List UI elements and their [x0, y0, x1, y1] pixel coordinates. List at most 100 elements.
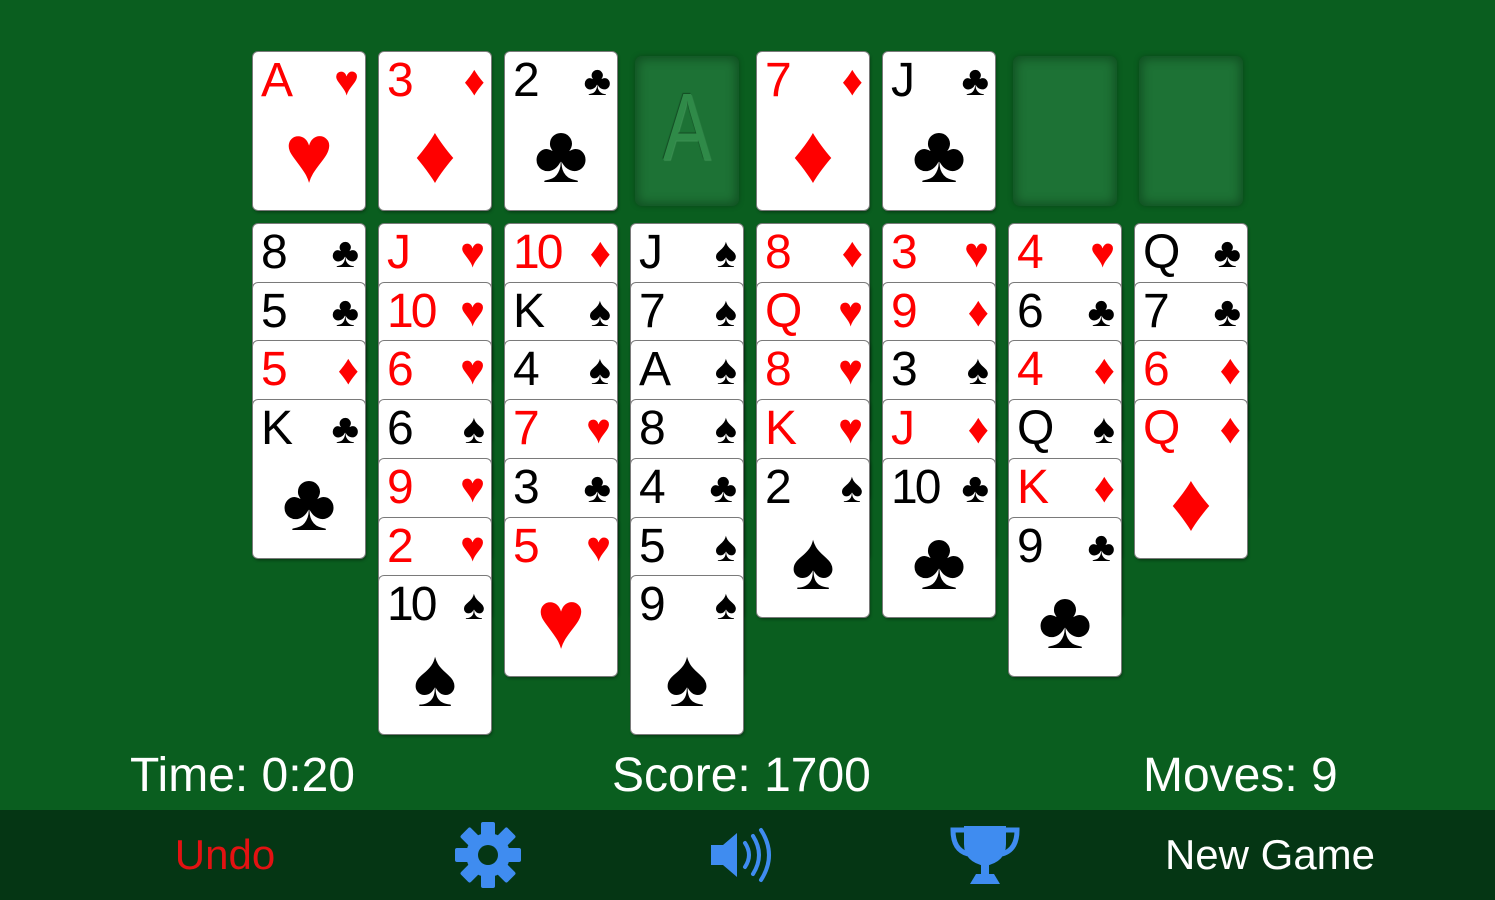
card-rank: A: [639, 343, 671, 396]
tableau-card[interactable]: K ♣ ♣: [253, 400, 365, 558]
diamond-icon: ♦: [1219, 405, 1241, 452]
card-rank: 2: [765, 461, 792, 514]
tableau-card[interactable]: 9 ♣ ♣: [1009, 518, 1121, 676]
card-rank: 3: [891, 226, 918, 279]
diamond-icon: ♦: [967, 405, 989, 452]
spade-icon: ♠: [791, 516, 835, 607]
card-rank: 7: [639, 285, 666, 338]
spade-icon: ♠: [665, 633, 709, 724]
undo-button[interactable]: Undo: [155, 810, 295, 900]
club-icon: ♣: [282, 457, 336, 548]
heart-icon: ♥: [460, 288, 485, 335]
diamond-icon: ♦: [463, 57, 485, 104]
card-rank: 6: [387, 343, 414, 396]
card-rank: 9: [387, 461, 414, 514]
club-icon: ♣: [331, 405, 359, 452]
diamond-icon: ♦: [841, 229, 863, 276]
card-rank: 8: [765, 343, 792, 396]
card-rank: A: [261, 54, 293, 107]
diamond-icon: ♦: [1093, 346, 1115, 393]
spade-icon: ♠: [714, 229, 737, 276]
card-rank: 9: [639, 578, 666, 631]
spade-icon: ♠: [1092, 405, 1115, 452]
diamond-icon: ♦: [1093, 464, 1115, 511]
card-rank: K: [765, 402, 797, 455]
card-rank: 10: [387, 285, 437, 338]
card-rank: Q: [765, 285, 802, 338]
foundation-card[interactable]: 7 ♦ ♦: [757, 52, 869, 210]
club-icon: ♣: [1038, 575, 1092, 666]
free-cell-card[interactable]: 3 ♦ ♦: [379, 52, 491, 210]
new-game-button[interactable]: New Game: [1140, 810, 1400, 900]
card-rank: 6: [1017, 285, 1044, 338]
card-rank: 3: [513, 461, 540, 514]
club-icon: ♣: [912, 109, 966, 200]
free-cell-card[interactable]: A ♥ ♥: [253, 52, 365, 210]
card-rank: 10: [513, 226, 563, 279]
card-rank: 5: [639, 520, 666, 573]
tableau-card[interactable]: 9 ♠ ♠: [631, 576, 743, 734]
card-rank: Q: [1017, 402, 1054, 455]
card-rank: 10: [891, 461, 941, 514]
card-rank: 3: [387, 54, 414, 107]
club-icon: ♣: [331, 288, 359, 335]
card-rank: 10: [387, 578, 437, 631]
card-rank: 5: [261, 343, 288, 396]
diamond-icon: ♦: [792, 109, 834, 200]
spade-icon: ♠: [840, 464, 863, 511]
spade-icon: ♠: [714, 346, 737, 393]
card-rank: 7: [765, 54, 792, 107]
spade-icon: ♠: [588, 288, 611, 335]
card-rank: 6: [387, 402, 414, 455]
heart-icon: ♥: [460, 523, 485, 570]
tableau-card[interactable]: 10 ♠ ♠: [379, 576, 491, 734]
undo-label: Undo: [174, 831, 276, 878]
club-icon: ♣: [534, 109, 588, 200]
card-rank: K: [513, 285, 545, 338]
card-rank: 4: [513, 343, 540, 396]
card-rank: 6: [1143, 343, 1170, 396]
heart-icon: ♥: [838, 405, 863, 452]
card-rank: Q: [1143, 402, 1180, 455]
spade-icon: ♠: [966, 346, 989, 393]
foundation-empty-slot[interactable]: [1013, 56, 1117, 206]
trophy-button[interactable]: [945, 810, 1025, 900]
club-icon: ♣: [1213, 229, 1241, 276]
sound-button[interactable]: [698, 810, 778, 900]
card-rank: Q: [1143, 226, 1180, 279]
bottom-toolbar: Undo New Game: [0, 810, 1495, 900]
tableau-card[interactable]: 10 ♣ ♣: [883, 459, 995, 617]
tableau-card[interactable]: Q ♦ ♦: [1135, 400, 1247, 558]
new-game-label: New Game: [1164, 831, 1376, 878]
card-rank: 7: [513, 402, 540, 455]
club-icon: ♣: [709, 464, 737, 511]
card-rank: J: [387, 226, 411, 279]
card-rank: J: [891, 54, 915, 107]
foundation-empty-slot[interactable]: [1139, 56, 1243, 206]
free-cell-card[interactable]: 2 ♣ ♣: [505, 52, 617, 210]
heart-icon: ♥: [460, 229, 485, 276]
club-icon: ♣: [912, 516, 966, 607]
spade-icon: ♠: [588, 346, 611, 393]
time-display: Time: 0:20: [130, 749, 355, 802]
card-rank: 4: [1017, 343, 1044, 396]
tableau-card[interactable]: 2 ♠ ♠: [757, 459, 869, 617]
settings-button[interactable]: [448, 810, 528, 900]
diamond-icon: ♦: [1219, 346, 1241, 393]
card-rank: 5: [261, 285, 288, 338]
card-rank: 9: [891, 285, 918, 338]
card-rank: 2: [387, 520, 414, 573]
card-rank: 7: [1143, 285, 1170, 338]
free-cell-empty-slot[interactable]: A: [635, 56, 739, 206]
card-rank: J: [639, 226, 663, 279]
foundation-card[interactable]: J ♣ ♣: [883, 52, 995, 210]
card-rank: J: [891, 402, 915, 455]
speaker-icon: [711, 828, 771, 882]
heart-icon: ♥: [838, 288, 863, 335]
heart-icon: ♥: [964, 229, 989, 276]
club-icon: ♣: [961, 57, 989, 104]
game-board: A ♥ ♥ 3 ♦ ♦ 2 ♣ ♣ A 7 ♦ ♦ J ♣ ♣ 8 ♣ 5 ♣ 5 ♦ K ♣ ♣ J ♥ 10 ♥ 6 ♥ 6 ♠ 9 ♥ 2 ♥ 10…: [0, 0, 1495, 810]
diamond-icon: ♦: [414, 109, 456, 200]
spade-icon: ♠: [462, 581, 485, 628]
tableau-card[interactable]: 5 ♥ ♥: [505, 518, 617, 676]
